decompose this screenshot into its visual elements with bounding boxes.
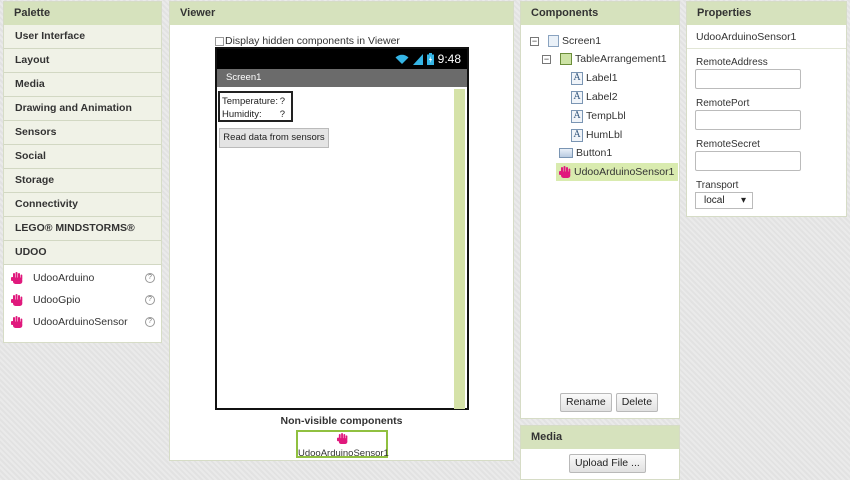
wifi-icon xyxy=(395,54,409,65)
palette-item-udooarduinosensor[interactable]: UdooArduinoSensor ? xyxy=(4,311,161,333)
tree-node-screen1[interactable]: − Screen1 xyxy=(530,32,601,50)
phone-scrollbar xyxy=(454,89,465,409)
tree-node-humlbl[interactable]: A HumLbl xyxy=(571,126,622,144)
viewer-title: Viewer xyxy=(170,2,513,25)
table-arrangement-icon xyxy=(560,53,572,65)
remotesecret-label: RemoteSecret xyxy=(696,139,760,150)
palette-title: Palette xyxy=(4,2,161,25)
hand-icon xyxy=(336,433,347,445)
transport-value: local xyxy=(704,195,725,206)
palette-category-storage[interactable]: Storage xyxy=(4,169,161,193)
label-icon: A xyxy=(571,128,583,142)
tree-node-label2[interactable]: A Label2 xyxy=(571,88,618,106)
remoteaddress-input[interactable] xyxy=(695,69,801,89)
palette-item-label: UdooArduino xyxy=(33,272,95,284)
tree-node-button1[interactable]: Button1 xyxy=(559,144,612,162)
read-data-button[interactable]: Read data from sensors xyxy=(219,128,329,148)
collapse-icon[interactable]: − xyxy=(530,36,539,46)
humidity-label: Humidity: xyxy=(222,109,262,120)
button-icon xyxy=(559,148,573,158)
tree-node-label: Screen1 xyxy=(562,35,602,47)
hand-icon xyxy=(11,293,23,306)
tree-node-label1[interactable]: A Label1 xyxy=(571,69,618,87)
screen-title-bar: Screen1 xyxy=(217,69,467,87)
tree-node-templbl[interactable]: A TempLbl xyxy=(571,107,626,125)
help-icon[interactable]: ? xyxy=(145,317,155,327)
nonvisible-item-label: UdooArduinoSensor1 xyxy=(298,448,389,459)
remotesecret-input[interactable] xyxy=(695,151,801,171)
media-title: Media xyxy=(521,426,679,449)
dropdown-arrow-icon: ▾ xyxy=(740,195,746,206)
properties-panel: Properties UdooArduinoSensor1 RemoteAddr… xyxy=(686,1,847,217)
palette-panel: Palette User Interface Layout Media Draw… xyxy=(3,1,162,343)
hand-icon xyxy=(559,165,571,178)
table-arrangement-preview[interactable]: Temperature: ? Humidity: ? xyxy=(218,91,293,122)
palette-item-udoogpio[interactable]: UdooGpio ? xyxy=(4,289,161,311)
viewer-panel: Viewer Display hidden components in View… xyxy=(169,1,514,461)
help-icon[interactable]: ? xyxy=(145,273,155,283)
remoteaddress-label: RemoteAddress xyxy=(696,57,768,68)
status-time: 9:48 xyxy=(437,52,461,66)
tree-node-label: HumLbl xyxy=(586,129,623,141)
phone-preview: 9:48 Screen1 Temperature: ? Humidity: ? … xyxy=(215,47,469,410)
palette-category-lego-mindstorms[interactable]: LEGO® MINDSTORMS® xyxy=(4,217,161,241)
screen-icon xyxy=(548,35,559,47)
palette-category-connectivity[interactable]: Connectivity xyxy=(4,193,161,217)
rename-button[interactable]: Rename xyxy=(560,393,612,412)
palette-category-sensors[interactable]: Sensors xyxy=(4,121,161,145)
palette-item-udooarduino[interactable]: UdooArduino ? xyxy=(4,267,161,289)
components-panel: Components − Screen1 − TableArrangement1… xyxy=(520,1,680,419)
label-icon: A xyxy=(571,90,583,104)
tree-node-label: Label1 xyxy=(586,72,618,84)
components-title: Components xyxy=(521,2,679,25)
palette-category-layout[interactable]: Layout xyxy=(4,49,161,73)
collapse-icon[interactable]: − xyxy=(542,54,551,64)
media-panel: Media Upload File ... xyxy=(520,425,680,480)
label-icon: A xyxy=(571,109,583,123)
tree-node-label: TableArrangement1 xyxy=(575,53,667,65)
properties-title: Properties xyxy=(687,2,846,25)
humidity-value: ? xyxy=(279,109,285,120)
nonvisible-components-title: Non-visible components xyxy=(280,415,403,427)
palette-item-label: UdooGpio xyxy=(33,294,81,306)
checkbox-box[interactable] xyxy=(215,36,224,46)
palette-category-udoo[interactable]: UDOO xyxy=(4,241,161,265)
palette-category-media[interactable]: Media xyxy=(4,73,161,97)
table-row: Humidity: ? xyxy=(222,108,289,121)
palette-category-drawing-and-animation[interactable]: Drawing and Animation xyxy=(4,97,161,121)
tree-node-tablearrangement1[interactable]: − TableArrangement1 xyxy=(542,50,667,68)
remoteport-input[interactable] xyxy=(695,110,801,130)
phone-status-bar: 9:48 xyxy=(217,49,467,69)
tree-node-label: Label2 xyxy=(586,91,618,103)
hand-icon xyxy=(11,271,23,284)
label-icon: A xyxy=(571,71,583,85)
palette-item-label: UdooArduinoSensor xyxy=(33,316,128,328)
temperature-label: Temperature: xyxy=(222,96,278,107)
table-row: Temperature: ? xyxy=(222,95,289,108)
transport-select[interactable]: local ▾ xyxy=(695,192,753,209)
tree-node-label: UdooArduinoSensor1 xyxy=(574,166,675,178)
transport-label: Transport xyxy=(696,180,739,191)
signal-icon xyxy=(412,53,423,65)
tree-node-label: TempLbl xyxy=(586,110,626,122)
remoteport-label: RemotePort xyxy=(696,98,750,109)
battery-icon xyxy=(426,53,434,65)
upload-file-button[interactable]: Upload File ... xyxy=(569,454,646,473)
nonvisible-udooarduinosensor[interactable]: UdooArduinoSensor1 xyxy=(296,430,389,459)
display-hidden-checkbox[interactable]: Display hidden components in Viewer xyxy=(215,35,400,47)
temperature-value: ? xyxy=(279,96,285,107)
selected-component-name: UdooArduinoSensor1 xyxy=(687,25,846,49)
hand-icon xyxy=(11,315,23,328)
palette-category-social[interactable]: Social xyxy=(4,145,161,169)
help-icon[interactable]: ? xyxy=(145,295,155,305)
delete-button[interactable]: Delete xyxy=(615,393,659,412)
component-actions: Rename Delete xyxy=(560,393,659,412)
display-hidden-label: Display hidden components in Viewer xyxy=(225,35,400,47)
tree-node-udooarduinosensor1[interactable]: UdooArduinoSensor1 xyxy=(556,163,679,181)
tree-node-label: Button1 xyxy=(576,147,613,159)
palette-category-user-interface[interactable]: User Interface xyxy=(4,25,161,49)
